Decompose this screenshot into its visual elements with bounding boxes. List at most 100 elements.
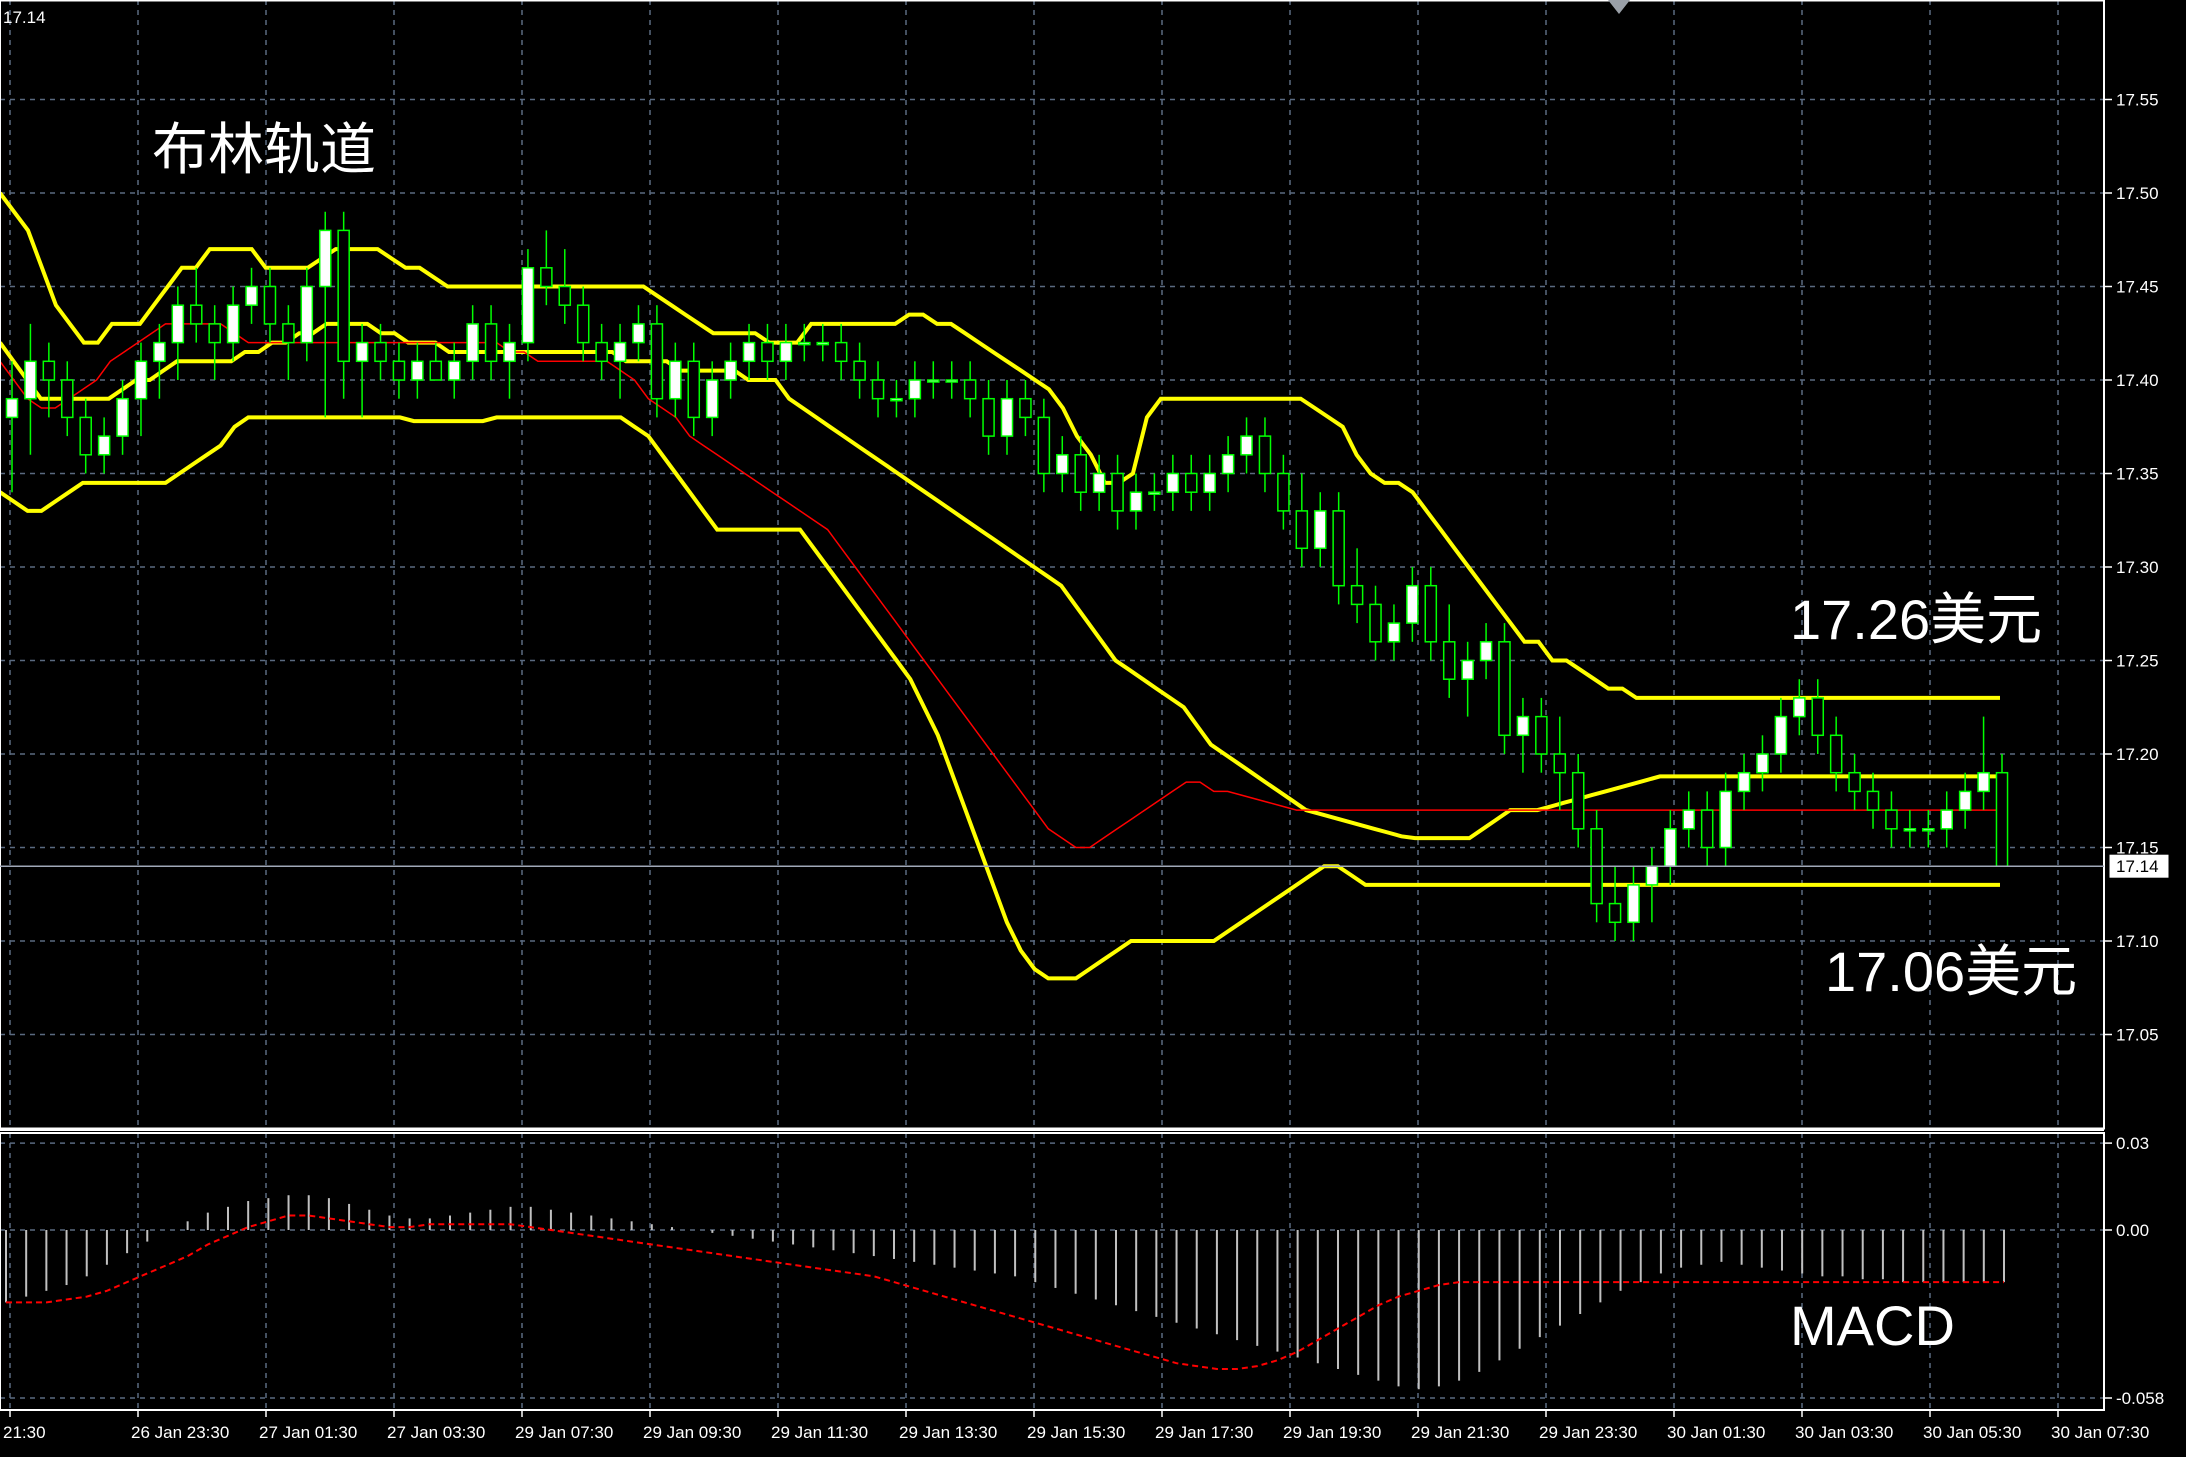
candlestick — [890, 380, 903, 418]
candle-body — [1369, 603, 1382, 643]
candle-body — [908, 379, 922, 400]
candlestick — [79, 398, 92, 474]
candle-body — [1350, 584, 1364, 606]
candlestick — [1719, 772, 1732, 867]
chart-canvas[interactable]: 17.55 17.50 17.45 17.40 17.35 17.30 17.25 17.20… — [0, 0, 2186, 1452]
candle-body — [1608, 902, 1622, 924]
candlestick — [816, 323, 830, 362]
candle-body — [1829, 734, 1843, 774]
candlestick — [1903, 810, 1917, 848]
candle-body — [1922, 828, 1935, 832]
upper-band-annotation: 17.26美元 — [1790, 588, 2043, 651]
candle-body — [1903, 828, 1917, 832]
candlestick — [1922, 810, 1935, 848]
time-tick-label: 30 Jan 01:30 — [1667, 1423, 1765, 1442]
candlestick — [1682, 791, 1696, 848]
candlestick — [1553, 716, 1567, 811]
candlestick — [1369, 585, 1382, 661]
candlestick — [1774, 697, 1788, 773]
macd-title: MACD — [1790, 1294, 1955, 1357]
candlestick — [558, 249, 572, 324]
candlestick — [42, 342, 56, 418]
candle-body — [189, 304, 203, 325]
price-tick-label: 17.15 — [2116, 839, 2159, 858]
time-tick-label: 29 Jan 15:30 — [1027, 1423, 1125, 1442]
candlestick — [1148, 473, 1161, 511]
candle-body — [1184, 472, 1198, 493]
candlestick — [189, 267, 203, 343]
candle-body — [963, 379, 977, 400]
candlestick — [1479, 623, 1493, 680]
candle-body — [632, 323, 645, 344]
candle-body — [1995, 771, 2009, 867]
candle-body — [1498, 641, 1511, 737]
candle-body — [355, 341, 369, 363]
candlestick — [153, 323, 166, 399]
candle-body — [669, 360, 682, 400]
candle-body — [1056, 454, 1069, 475]
macd-tick-label: -0.058 — [2116, 1389, 2164, 1408]
grid — [0, 0, 2104, 1410]
time-tick-label: 29 Jan 21:30 — [1411, 1423, 1509, 1442]
candlestick — [779, 323, 793, 380]
candle-body — [927, 379, 940, 383]
candlestick — [1940, 791, 1954, 848]
moving-average-line — [0, 323, 2000, 849]
candlestick — [97, 417, 111, 474]
candle-body — [1461, 659, 1474, 680]
candlestick — [724, 342, 737, 399]
candlestick — [1461, 641, 1474, 717]
candle-body — [411, 360, 424, 381]
price-tick-label: 17.55 — [2116, 91, 2159, 110]
candlestick — [982, 380, 995, 455]
candle-body — [1737, 771, 1751, 793]
candlestick — [5, 361, 19, 493]
upper-band-line — [0, 191, 2000, 700]
time-tick-label: 21:30 — [3, 1423, 46, 1442]
candlestick — [484, 305, 498, 380]
bollinger-bands — [0, 191, 2000, 981]
candle-body — [558, 285, 572, 306]
candle-body — [724, 360, 737, 381]
time-tick-label: 30 Jan 07:30 — [2051, 1423, 2149, 1442]
time-tick-label: 29 Jan 07:30 — [515, 1423, 613, 1442]
candle-body — [153, 341, 166, 363]
chart-window[interactable]: 17.55 17.50 17.45 17.40 17.35 17.30 17.25 17.20… — [0, 0, 2186, 1452]
candle-body — [853, 360, 866, 381]
candle-body — [134, 360, 148, 400]
candle-body — [1295, 510, 1309, 550]
candlestick — [1700, 791, 1714, 867]
candlestick — [1129, 473, 1143, 530]
candlestick — [1258, 417, 1272, 493]
candlestick — [908, 361, 922, 418]
candle-body — [1535, 715, 1548, 755]
candle-body — [24, 360, 37, 400]
candle-body — [816, 341, 830, 346]
candlestick — [1295, 473, 1309, 567]
macd-panel-border — [0, 1132, 2105, 1411]
candle-body — [705, 379, 719, 419]
candlestick — [1958, 772, 1972, 829]
candle-body — [687, 360, 701, 419]
candle-body — [1700, 809, 1714, 849]
candle-body — [1553, 753, 1567, 774]
price-tick-label: 17.30 — [2116, 558, 2159, 577]
candlestick — [1627, 866, 1640, 941]
candlestick — [1019, 380, 1032, 437]
candlestick — [632, 305, 645, 362]
candlestick — [466, 305, 479, 380]
candlestick — [945, 361, 959, 399]
candle-body — [171, 304, 185, 344]
candle-body — [226, 304, 240, 344]
candle-body — [61, 379, 74, 419]
price-tick-label: 17.20 — [2116, 745, 2159, 764]
candlestick — [1184, 454, 1198, 511]
candlestick — [1424, 567, 1438, 661]
candlestick — [208, 305, 221, 380]
candlestick — [1277, 454, 1290, 530]
time-tick-label: 29 Jan 09:30 — [643, 1423, 741, 1442]
candlestick — [1848, 754, 1861, 811]
candlestick — [24, 323, 37, 455]
candle-body — [761, 341, 774, 363]
candle-body — [1019, 397, 1032, 419]
